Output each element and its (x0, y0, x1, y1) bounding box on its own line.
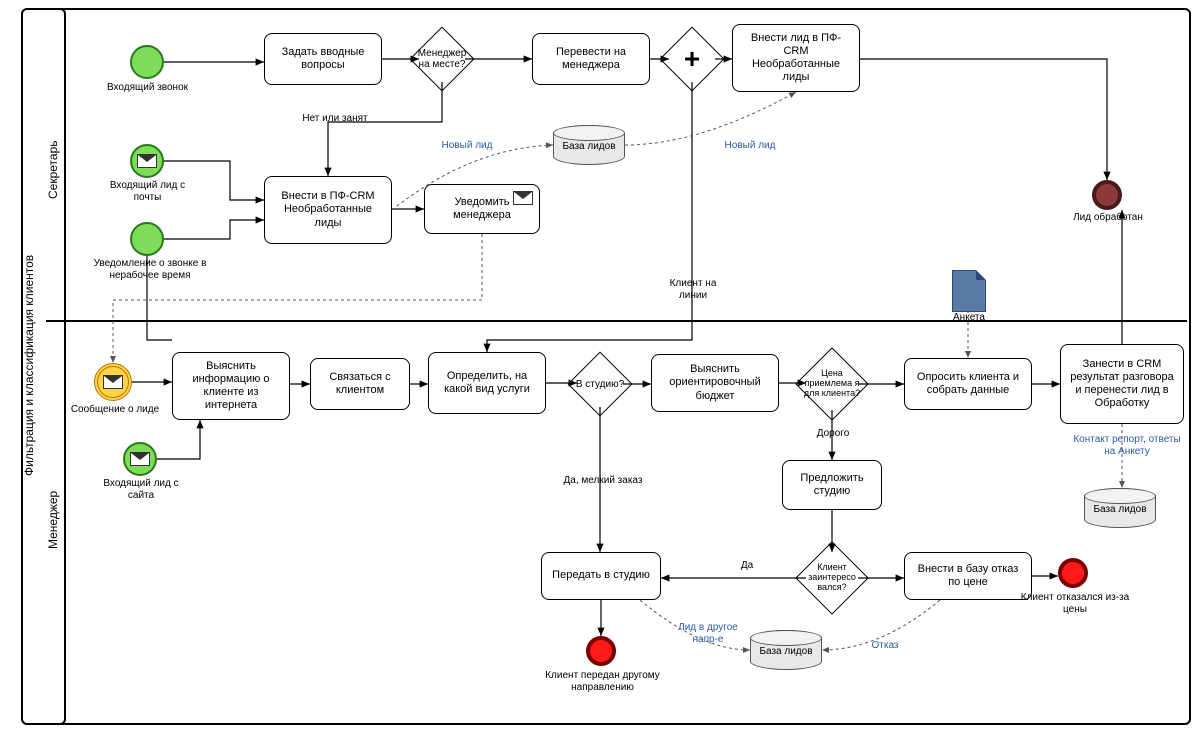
task-transfer-mgr: Перевести на менеджера (532, 33, 650, 85)
task-notify-mgr: Уведомить менеджера (424, 184, 540, 234)
label-offhours: Уведомление о звонке в нерабочее время (85, 258, 215, 282)
lane-secretary: Секретарь (46, 110, 60, 230)
bpmn-diagram: Фильтрация и классификация клиентов Секр… (0, 0, 1200, 731)
task-offer-studio: Предложить студию (782, 460, 882, 510)
end-event-lead-done (1092, 180, 1122, 210)
start-event-mail (130, 144, 164, 178)
label-call: Входящий звонок (105, 82, 190, 94)
label-contact-report: Контакт репорт, ответы на Анкету (1072, 434, 1182, 458)
lane-manager: Менеджер (46, 460, 60, 580)
edge-label-new-lead-2: Новый лид (715, 140, 785, 152)
task-add-crm: Внести в ПФ-CRM Необработанные лиды (264, 176, 392, 244)
edge-label-lead-other: Лид в другое напр-е (668, 622, 748, 646)
gateway-price: Цена приемлема я для клиента? (806, 358, 858, 410)
start-event-call (130, 45, 164, 79)
edge-label-refuse: Отказ (860, 640, 910, 652)
task-budget: Выяснить ориентировочный бюджет (651, 354, 779, 412)
task-to-studio: Передать в студию (541, 552, 661, 600)
edge-label-yes: Да (732, 560, 762, 572)
pool-title: Фильтрация и классификация клиентов (22, 200, 36, 530)
label-lead-done: Лид обработан (1068, 212, 1148, 224)
task-find-info: Выяснить информацию о клиенте из интерне… (172, 352, 290, 420)
edge-label-no-busy: Нет или занят (290, 113, 380, 125)
datastore-leads-2: База лидов (1084, 488, 1156, 528)
end-event-price (1058, 558, 1088, 588)
gateway-studio: В студию? (577, 361, 623, 407)
message-icon (513, 191, 533, 205)
start-event-offhours (130, 222, 164, 256)
edge-label-small: Да, мелкий заказ (548, 475, 658, 487)
label-site: Входящий лид с сайта (100, 478, 182, 502)
label-price-decline: Клиент отказался из-за цены (1020, 592, 1130, 616)
label-other: Клиент передан другому направлению (540, 670, 665, 694)
data-object-survey (952, 270, 986, 312)
task-contact: Связаться с клиентом (310, 358, 410, 410)
task-crm-result: Занести в CRM результат разговора и пере… (1060, 344, 1184, 424)
edge-label-expensive: Дорого (808, 428, 858, 440)
task-det-service: Определить, на какой вид услуги (428, 352, 546, 414)
task-ask-intro: Задать вводные вопросы (264, 33, 382, 85)
label-mail: Входящий лид с почты (100, 180, 195, 204)
task-reject-db: Внести в базу отказ по цене (904, 552, 1032, 600)
label-lead-msg: Сообщение о лиде (70, 404, 160, 416)
gateway-parallel: + (669, 36, 715, 82)
lane-separator (46, 320, 1187, 322)
edge-label-new-lead-1: Новый лид (432, 140, 502, 152)
gateway-mgr-here: Менеджер на месте? (419, 36, 465, 82)
datastore-leads-3: База лидов (750, 630, 822, 670)
task-crm-unprocessed: Внести лид в ПФ-CRM Необработанные лиды (732, 24, 860, 92)
gateway-interested: Клиент заинтересо вался? (806, 552, 858, 604)
task-survey: Опросить клиента и собрать данные (904, 358, 1032, 410)
start-event-site (123, 442, 157, 476)
edge-label-client-line: Клиент на линии (658, 278, 728, 302)
datastore-leads-1: База лидов (553, 125, 625, 165)
label-survey-obj: Анкета (938, 312, 1000, 324)
end-event-other (586, 636, 616, 666)
catch-event-lead-msg (94, 363, 132, 401)
